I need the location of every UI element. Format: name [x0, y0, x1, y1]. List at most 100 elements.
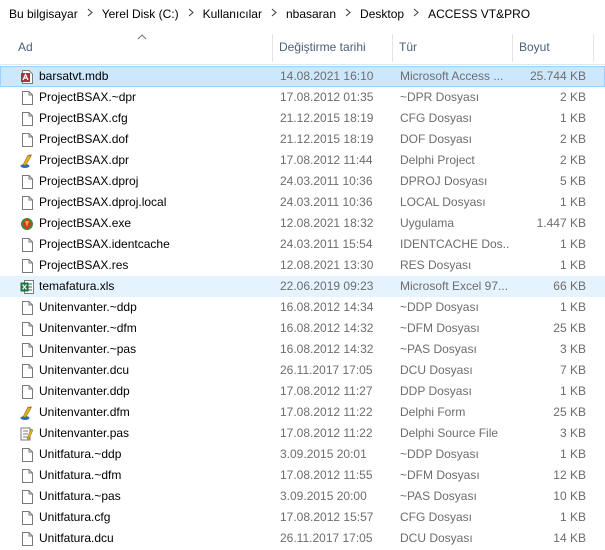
file-row[interactable]: Unitenvanter.dcu 26.11.2017 17:05 DCU Dosy… [0, 360, 605, 381]
file-row[interactable]: Unitfatura.dcu 26.11.2017 17:05 DCU Dosyas… [0, 528, 605, 549]
file-row[interactable]: ProjectBSAX.identcache 24.03.2011 15:54 ID… [0, 234, 605, 255]
file-date: 17.08.2012 15:57 [280, 510, 374, 524]
breadcrumb-item[interactable]: Yerel Disk (C:) [93, 7, 179, 21]
excel-icon [19, 279, 35, 295]
file-type: CFG Dosyası [400, 111, 473, 125]
delphi-icon [19, 153, 35, 169]
column-header-date[interactable]: Değiştirme tarihi [273, 30, 391, 64]
file-name: Unitfatura.dcu [39, 531, 114, 545]
chevron-right-icon[interactable] [336, 8, 351, 20]
file-type: LOCAL Dosyası [400, 195, 486, 209]
file-row[interactable]: Unitenvanter.dfm 17.08.2012 11:22 Delphi F… [0, 402, 605, 423]
file-list: barsatvt.mdb 14.08.2021 16:10 Microsoft Ac… [0, 66, 605, 549]
file-row[interactable]: Unitfatura.~pas 3.09.2015 20:00 ~PAS Dosya… [0, 486, 605, 507]
file-size: 1 KB [559, 300, 586, 314]
file-date: 12.08.2021 13:30 [280, 258, 374, 272]
file-type: ~DFM Dosyası [400, 321, 480, 335]
file-name: Unitenvanter.ddp [39, 384, 130, 398]
file-type: ~DFM Dosyası [400, 468, 480, 482]
breadcrumb-item[interactable]: Desktop [351, 7, 404, 21]
file-date: 17.08.2012 11:55 [280, 468, 373, 482]
breadcrumb: Bu bilgisayar Yerel Disk (C:) Kullanıcılar… [0, 0, 605, 28]
breadcrumb-item[interactable]: Bu bilgisayar [0, 7, 78, 21]
file-name: ProjectBSAX.exe [39, 216, 132, 230]
file-row[interactable]: temafatura.xls 22.06.2019 09:23 Microsoft … [0, 276, 605, 297]
file-row[interactable]: Unitfatura.cfg 17.08.2012 15:57 CFG Dosyas… [0, 507, 605, 528]
file-row[interactable]: ProjectBSAX.exe 12.08.2021 18:32 Uygulama 1… [0, 213, 605, 234]
file-icon [19, 531, 35, 547]
file-icon [19, 132, 35, 148]
file-type: ~DDP Dosyası [400, 300, 479, 314]
file-date: 17.08.2012 11:22 [280, 405, 373, 419]
file-name: Unitenvanter.dfm [39, 405, 130, 419]
file-row[interactable]: ProjectBSAX.dproj 24.03.2011 10:36 DPROJ D… [0, 171, 605, 192]
chevron-right-icon[interactable] [404, 8, 419, 20]
file-row[interactable]: ProjectBSAX.dproj.local 24.03.2011 10:36 L… [0, 192, 605, 213]
file-type: RES Dosyası [400, 258, 472, 272]
file-row[interactable]: Unitfatura.~ddp 3.09.2015 20:01 ~DDP Dosya… [0, 444, 605, 465]
column-header-type-label: Tür [399, 40, 417, 54]
file-row[interactable]: ProjectBSAX.~dpr 17.08.2012 01:35 ~DPR Dos… [0, 87, 605, 108]
file-icon [19, 363, 35, 379]
file-size: 1 KB [559, 510, 586, 524]
file-row[interactable]: barsatvt.mdb 14.08.2021 16:10 Microsoft Ac… [0, 66, 605, 87]
file-type: ~PAS Dosyası [400, 342, 477, 356]
file-row[interactable]: Unitenvanter.~ddp 16.08.2012 14:34 ~DDP Do… [0, 297, 605, 318]
file-size: 1 KB [559, 111, 586, 125]
file-date: 16.08.2012 14:34 [280, 300, 374, 314]
file-type: DCU Dosyası [400, 363, 473, 377]
file-size: 1 KB [559, 447, 586, 461]
file-name: ProjectBSAX.~dpr [39, 90, 137, 104]
file-row[interactable]: Unitenvanter.pas 17.08.2012 11:22 Delphi S… [0, 423, 605, 444]
file-type: ~DDP Dosyası [400, 447, 479, 461]
file-row[interactable]: ProjectBSAX.res 12.08.2021 13:30 RES Dosya… [0, 255, 605, 276]
file-type: DOF Dosyası [400, 132, 473, 146]
sort-ascending-icon [137, 32, 147, 43]
file-size: 3 KB [559, 426, 586, 440]
file-name: Unitenvanter.dcu [39, 363, 130, 377]
file-row[interactable]: ProjectBSAX.dpr 17.08.2012 11:44 Delphi Pr… [0, 150, 605, 171]
column-header-size-label: Boyut [519, 40, 550, 54]
file-row[interactable]: Unitenvanter.~pas 16.08.2012 14:32 ~PAS Do… [0, 339, 605, 360]
file-size: 1 KB [559, 258, 586, 272]
chevron-right-icon[interactable] [262, 8, 277, 20]
chevron-right-icon[interactable] [78, 8, 93, 20]
file-icon [19, 195, 35, 211]
file-date: 17.08.2012 01:35 [280, 90, 374, 104]
file-name: Unitenvanter.pas [39, 426, 130, 440]
column-header-type[interactable]: Tür [393, 30, 511, 64]
column-header-size[interactable]: Boyut [513, 30, 593, 64]
file-icon [19, 510, 35, 526]
breadcrumb-item[interactable]: ACCESS VT&PRO [419, 7, 530, 21]
file-date: 16.08.2012 14:32 [280, 342, 374, 356]
chevron-right-icon[interactable] [179, 8, 194, 20]
file-size: 1 KB [559, 384, 586, 398]
file-row[interactable]: Unitenvanter.~dfm 16.08.2012 14:32 ~DFM Do… [0, 318, 605, 339]
file-row[interactable]: Unitfatura.~dfm 17.08.2012 11:55 ~DFM Dosy… [0, 465, 605, 486]
file-date: 3.09.2015 20:00 [280, 489, 367, 503]
file-name: ProjectBSAX.dproj [39, 174, 139, 188]
breadcrumb-item[interactable]: nbasaran [277, 7, 336, 21]
file-name: barsatvt.mdb [39, 69, 109, 83]
column-divider[interactable] [593, 34, 594, 62]
file-date: 26.11.2017 17:05 [280, 363, 373, 377]
breadcrumb-item[interactable]: Kullanıcılar [194, 7, 262, 21]
file-type: Delphi Source File [400, 426, 499, 440]
file-row[interactable]: ProjectBSAX.cfg 21.12.2015 18:19 CFG Dosya… [0, 108, 605, 129]
file-type: Microsoft Excel 97... [400, 279, 509, 293]
file-name: Unitfatura.~dfm [39, 468, 122, 482]
file-type: DPROJ Dosyası [400, 174, 488, 188]
file-row[interactable]: ProjectBSAX.dof 21.12.2015 18:19 DOF Dosya… [0, 129, 605, 150]
file-size: 1 KB [559, 195, 586, 209]
file-icon [19, 489, 35, 505]
file-date: 3.09.2015 20:01 [280, 447, 367, 461]
file-name: ProjectBSAX.cfg [39, 111, 128, 125]
file-type: Delphi Form [400, 405, 466, 419]
file-type: Uygulama [400, 216, 455, 230]
file-icon [19, 174, 35, 190]
file-date: 17.08.2012 11:27 [280, 384, 373, 398]
file-date: 22.06.2019 09:23 [280, 279, 374, 293]
file-date: 24.03.2011 15:54 [280, 237, 373, 251]
file-row[interactable]: Unitenvanter.ddp 17.08.2012 11:27 DDP Dosy… [0, 381, 605, 402]
file-type: Delphi Project [400, 153, 475, 167]
